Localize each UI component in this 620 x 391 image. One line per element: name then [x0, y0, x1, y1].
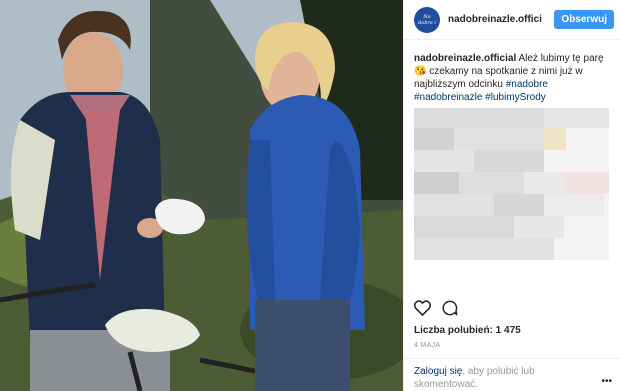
more-options-icon[interactable]: ••• [601, 376, 612, 387]
likes-count[interactable]: Liczba polubień: 1 475 [414, 325, 521, 336]
heart-outline-icon[interactable] [413, 300, 432, 319]
username-link[interactable]: nadobreinazle.offici [448, 14, 552, 25]
pixelated-comments [414, 108, 609, 260]
post-date: 4 MAJA [414, 342, 441, 349]
hashtag-nadobre[interactable]: #nadobre [506, 79, 548, 90]
photo-illustration [0, 0, 403, 391]
login-link[interactable]: Zaloguj się [414, 366, 462, 377]
post-photo[interactable] [0, 0, 403, 391]
post-side-panel: Na dobre i na złe nadobreinazle.offici O… [403, 0, 620, 391]
post-actions [413, 300, 458, 319]
caption-username[interactable]: nadobreinazle.official [414, 53, 516, 64]
hashtag-lubimysrody[interactable]: #lubimySrody [485, 92, 546, 103]
avatar-logo-text: Na dobre i na złe [418, 13, 436, 26]
comment-bubble-icon[interactable] [442, 300, 458, 319]
hashtag-nadobreinazle[interactable]: #nadobreinazle [414, 92, 482, 103]
login-prompt: Zaloguj się, aby polubić lub skomentować… [414, 365, 584, 391]
post-header: Na dobre i na złe nadobreinazle.offici O… [404, 0, 620, 40]
divider [404, 358, 620, 359]
profile-avatar[interactable]: Na dobre i na złe [414, 6, 440, 33]
follow-button[interactable]: Obserwuj [554, 10, 614, 29]
instagram-post: Na dobre i na złe nadobreinazle.offici O… [0, 0, 620, 391]
caption: nadobreinazle.official Ależ lubimy tę pa… [404, 40, 620, 104]
